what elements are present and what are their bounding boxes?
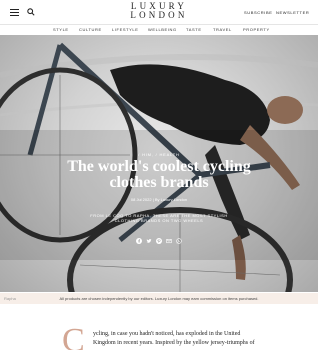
site-header: LUXURY LONDON SUBSCRIBE NEWSLETTER: [0, 0, 318, 24]
nav-item-travel[interactable]: TRAVEL: [213, 27, 232, 32]
nav-item-lifestyle[interactable]: LIFESTYLE: [112, 27, 139, 32]
nav-item-taste[interactable]: TASTE: [186, 27, 202, 32]
facebook-icon[interactable]: [136, 238, 142, 244]
logo-line-2: LONDON: [130, 10, 188, 20]
hero-image: / HIM, / HEALTH The world's coolest cycl…: [0, 35, 318, 292]
drop-cap: C: [62, 322, 85, 350]
article-title: The world's coolest cycling clothes bran…: [67, 158, 251, 191]
nav-item-culture[interactable]: CULTURE: [79, 27, 102, 32]
main-nav: STYLE CULTURE LIFESTYLE WELLBEING TASTE …: [0, 24, 318, 35]
article-date: 08 Jul 2022: [130, 197, 152, 202]
search-icon[interactable]: [27, 8, 35, 16]
subscribe-link[interactable]: SUBSCRIBE: [244, 10, 273, 15]
whatsapp-icon[interactable]: [176, 238, 182, 244]
article-meta: 08 Jul 2022 | By Luxury London: [0, 197, 318, 202]
share-bar: [136, 238, 182, 245]
nav-item-style[interactable]: STYLE: [53, 27, 69, 32]
article-body: ycling, in case you hadn't noticed, has …: [93, 330, 263, 348]
twitter-icon[interactable]: [146, 238, 152, 244]
email-icon[interactable]: [166, 238, 172, 244]
article-line-2: Kingdom in recent years. Inspired by the…: [93, 340, 255, 346]
nav-item-wellbeing[interactable]: WELLBEING: [148, 27, 177, 32]
article-category[interactable]: / HIM, / HEALTH: [0, 152, 318, 157]
site-logo[interactable]: LUXURY LONDON: [110, 2, 208, 20]
newsletter-link[interactable]: NEWSLETTER: [276, 10, 309, 15]
article-line-1: ycling, in case you hadn't noticed, has …: [93, 331, 241, 337]
article-standfirst: FROM LE COQ TO RAPHA, THESE ARE THE MOST…: [90, 213, 228, 223]
affiliate-disclaimer: All products are chosen independently by…: [0, 293, 318, 304]
hamburger-menu-icon[interactable]: [10, 9, 19, 16]
article-author[interactable]: By Luxury London: [155, 197, 187, 202]
nav-item-property[interactable]: PROPERTY: [243, 27, 270, 32]
pinterest-icon[interactable]: [156, 238, 162, 244]
image-caption: Rapha: [4, 296, 16, 301]
